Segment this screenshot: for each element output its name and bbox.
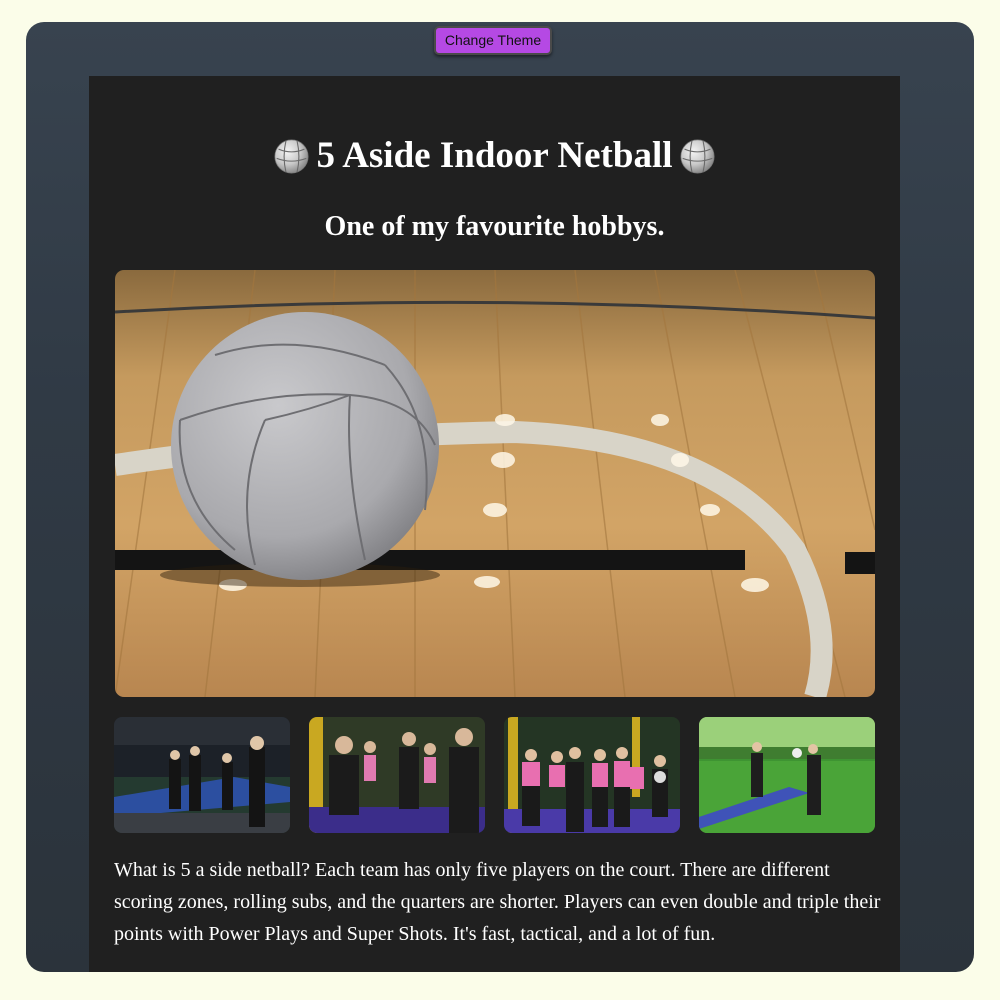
description-paragraph: What is 5 a side netball? Each team has … xyxy=(114,859,881,945)
thumbnail-team-celebration[interactable] xyxy=(504,717,680,833)
page-title-text: 5 Aside Indoor Netball xyxy=(316,135,673,176)
hero-image-netball-on-court xyxy=(115,270,875,697)
thumbnail-players-indoor-arena[interactable] xyxy=(114,717,290,833)
change-theme-button[interactable]: Change Theme xyxy=(434,26,552,55)
page-subtitle: One of my favourite hobbys. xyxy=(324,211,665,242)
thumbnail-players-pink-bibs[interactable] xyxy=(309,717,485,833)
content-card: 5 Aside Indoor Netball One of my favouri… xyxy=(89,76,900,972)
thumbnail-players-green-court[interactable] xyxy=(699,717,875,833)
netball-icon xyxy=(679,138,715,174)
netball-icon xyxy=(274,138,310,174)
page-title: 5 Aside Indoor Netball xyxy=(89,134,900,178)
app-frame: Change Theme 5 Aside Indoor Netball One … xyxy=(26,22,974,972)
